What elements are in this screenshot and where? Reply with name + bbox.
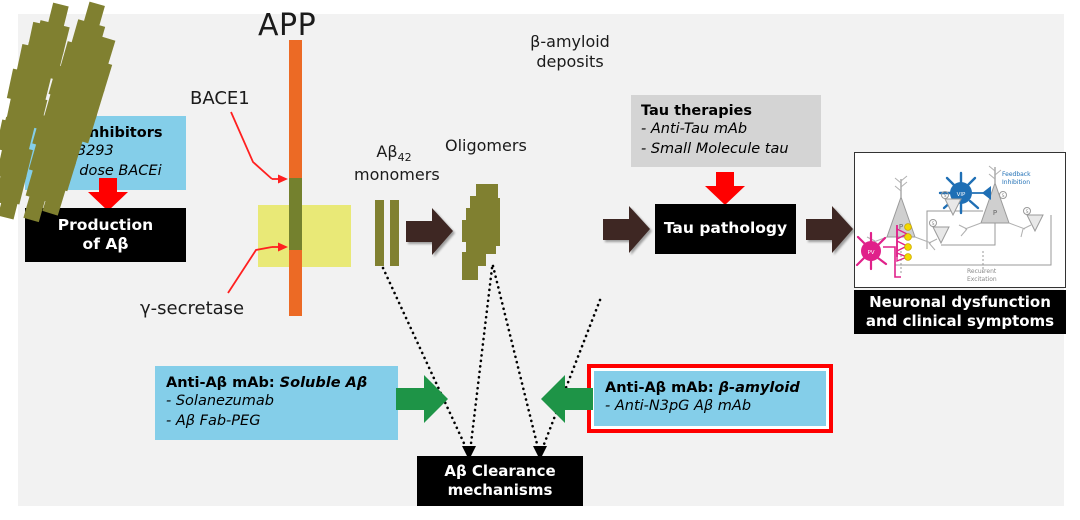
anti-amyloid-title: Anti-Aβ mAb: β-amyloid xyxy=(605,379,815,397)
oligomer-aggregate-shape xyxy=(462,184,512,282)
svg-text:S: S xyxy=(932,221,935,227)
process-arrow-monomers-to-oligomers xyxy=(406,208,453,255)
oligomers-label: Oligomers xyxy=(445,136,527,155)
tau-therapies-box[interactable]: Tau therapies - Anti-Tau mAb - Small Mol… xyxy=(631,95,821,167)
anti-amyloid-item: - Anti-N3pG Aβ mAb xyxy=(605,398,752,415)
neuron-circuit-inset: P P VIP Feedback Inhibition S S S S PV R… xyxy=(854,152,1066,288)
abeta42-monomers-label: Aβ42 monomers xyxy=(354,142,440,184)
anti-abeta-amyloid-box[interactable]: Anti-Aβ mAb: β-amyloid - Anti-N3pG Aβ mA… xyxy=(594,371,826,426)
abeta-clearance-mechanisms-box: Aβ Clearance mechanisms xyxy=(417,456,583,506)
svg-text:S: S xyxy=(1026,209,1029,215)
monomers-word: monomers xyxy=(354,164,440,184)
recurrent-excitation-annotation-line2: Excitation xyxy=(967,276,997,283)
anti-soluble-title: Anti-Aβ mAb: Soluble Aβ xyxy=(166,374,387,392)
tau-therapies-item: - Small Molecule tau xyxy=(641,140,789,157)
clearance-arrow-green-left xyxy=(396,375,448,423)
process-arrow-tau-to-neuronal xyxy=(806,206,853,253)
inhibition-arrow-red-tau xyxy=(705,172,745,205)
beta-amyloid-deposits-label: β-amyloid deposits xyxy=(516,32,624,71)
deposits-line2: deposits xyxy=(536,51,604,71)
neuron-circuit-drawing: P P VIP Feedback Inhibition S S S S PV R… xyxy=(855,153,1065,287)
abeta-prefix: Aβ xyxy=(376,142,398,161)
svg-text:PV: PV xyxy=(867,250,874,256)
tau-pathology-label: Tau pathology xyxy=(663,219,788,238)
abeta-monomer-shape xyxy=(390,200,399,266)
anti-amyloid-title-plain: Anti-Aβ mAb: xyxy=(605,380,719,396)
recurrent-excitation-annotation-line1: Recurrent xyxy=(967,268,997,275)
anti-soluble-item: - Solanezumab xyxy=(166,393,274,410)
svg-text:S: S xyxy=(1002,193,1005,199)
abeta-subscript: 42 xyxy=(397,151,412,165)
process-arrow-deposits-to-tau xyxy=(603,206,650,253)
anti-soluble-title-emphasis: Soluble Aβ xyxy=(279,375,368,391)
feedback-inhibition-annotation-line2: Inhibition xyxy=(1002,179,1030,186)
neuronal-line1: Neuronal dysfunction xyxy=(869,293,1051,312)
clearance-arrow-green-right xyxy=(541,375,593,423)
deposits-line1: β-amyloid xyxy=(530,32,610,51)
clearance-line2: mechanisms xyxy=(447,481,553,499)
svg-text:P: P xyxy=(993,209,997,217)
svg-text:S: S xyxy=(944,193,947,199)
svg-text:VIP: VIP xyxy=(957,192,966,198)
anti-amyloid-title-emphasis: β-amyloid xyxy=(718,380,800,396)
figure-canvas: APP BACE1 γ-secretase BACE inhibitors - … xyxy=(0,0,1080,520)
neuronal-dysfunction-box: Neuronal dysfunction and clinical sympto… xyxy=(854,290,1066,334)
feedback-inhibition-annotation-line1: Feedback xyxy=(1002,171,1031,178)
abeta-monomer-shape xyxy=(375,200,384,266)
anti-soluble-title-plain: Anti-Aβ mAb: xyxy=(166,375,280,391)
tau-therapies-title: Tau therapies xyxy=(641,103,753,119)
neuronal-line2: and clinical symptoms xyxy=(865,312,1055,330)
anti-abeta-amyloid-highlight-frame: Anti-Aβ mAb: β-amyloid - Anti-N3pG Aβ mA… xyxy=(587,364,833,433)
tau-therapies-item: - Anti-Tau mAb xyxy=(641,121,748,138)
tau-pathology-box: Tau pathology xyxy=(655,204,796,254)
anti-soluble-item: - Aβ Fab-PEG xyxy=(166,412,261,429)
anti-abeta-soluble-box[interactable]: Anti-Aβ mAb: Soluble Aβ - Solanezumab - … xyxy=(155,366,398,440)
production-line2: of Aβ xyxy=(82,235,129,253)
clearance-line1: Aβ Clearance xyxy=(444,462,556,481)
